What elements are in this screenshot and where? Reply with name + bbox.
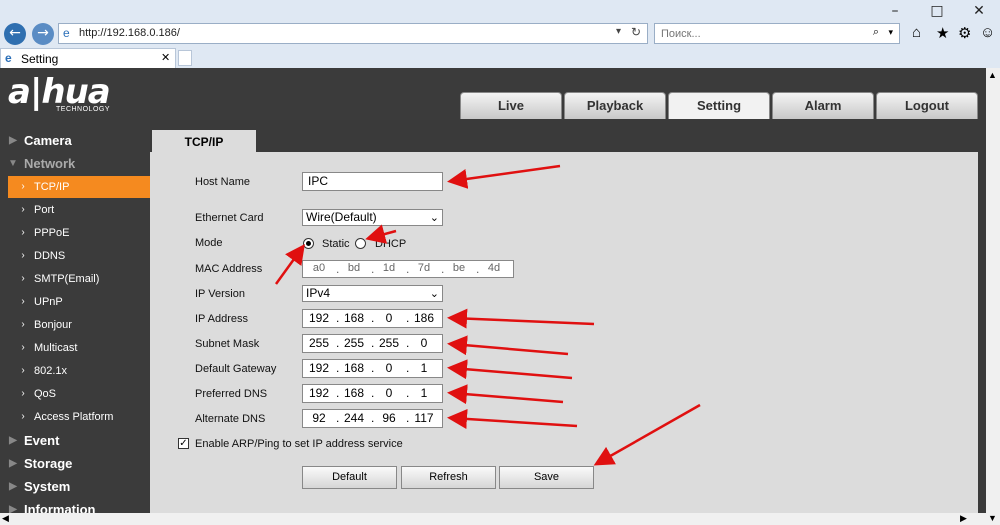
arrow-static <box>274 243 305 285</box>
arrow-ip-address <box>447 308 595 329</box>
arrow-save <box>593 403 701 466</box>
arrow-alternate-dns <box>447 408 578 429</box>
arrow-gateway <box>447 359 573 380</box>
annotation-arrows <box>274 164 701 466</box>
arrow-dhcp <box>365 224 397 244</box>
arrow-preferred-dns <box>447 384 564 405</box>
arrow-host-name <box>447 164 561 189</box>
arrow-subnet-mask <box>447 335 569 356</box>
